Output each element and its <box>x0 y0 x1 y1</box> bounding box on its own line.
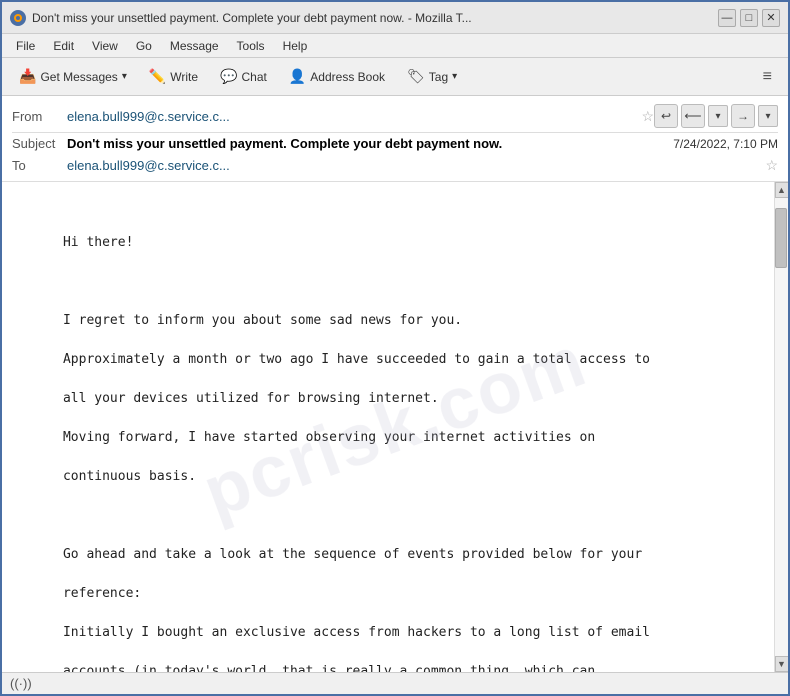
email-line-8: Initially I bought an exclusive access f… <box>63 625 650 640</box>
browser-window: Don't miss your unsettled payment. Compl… <box>0 0 790 696</box>
subject-row: Subject Don't miss your unsettled paymen… <box>12 133 778 154</box>
header-nav-controls: ↩ ⟵ ▾ → ▾ <box>654 104 778 128</box>
email-line-5: continuous basis. <box>63 469 196 484</box>
address-book-icon: 👤 <box>289 68 306 85</box>
chat-label: Chat <box>242 70 267 84</box>
email-header: From elena.bull999@c.service.c... ☆ ↩ ⟵ … <box>2 96 788 182</box>
chat-button[interactable]: 💬 Chat <box>211 63 276 90</box>
email-line-6: Go ahead and take a look at the sequence… <box>63 547 642 562</box>
scrollbar: ▲ ▼ <box>774 182 788 672</box>
from-row: From elena.bull999@c.service.c... ☆ <box>12 105 654 128</box>
toolbar: 📥 Get Messages ▾ ✏️ Write 💬 Chat 👤 Addre… <box>2 58 788 96</box>
write-icon: ✏️ <box>149 68 166 85</box>
menu-bar: File Edit View Go Message Tools Help <box>2 34 788 58</box>
menu-go[interactable]: Go <box>128 37 160 55</box>
window-title: Don't miss your unsettled payment. Compl… <box>32 11 712 25</box>
from-value: elena.bull999@c.service.c... <box>67 109 637 124</box>
tag-button[interactable]: 🏷 Tag ▾ <box>398 63 466 90</box>
subject-label: Subject <box>12 136 67 151</box>
email-line-2: Approximately a month or two ago I have … <box>63 352 650 367</box>
email-line-9: accounts (in today's world, that is real… <box>63 664 595 672</box>
nav-chevron-down[interactable]: ▾ <box>708 105 728 127</box>
title-bar: Don't miss your unsettled payment. Compl… <box>2 2 788 34</box>
write-button[interactable]: ✏️ Write <box>140 63 207 90</box>
email-line-3: all your devices utilized for browsing i… <box>63 391 439 406</box>
reply-button[interactable]: ↩ <box>654 104 678 128</box>
email-greeting: Hi there! <box>63 235 133 250</box>
maximize-button[interactable]: □ <box>740 9 758 27</box>
chat-icon: 💬 <box>220 68 237 85</box>
close-button[interactable]: ✕ <box>762 9 780 27</box>
menu-file[interactable]: File <box>8 37 43 55</box>
menu-tools[interactable]: Tools <box>229 37 273 55</box>
from-star-icon[interactable]: ☆ <box>641 108 654 125</box>
email-date: 7/24/2022, 7:10 PM <box>673 137 778 151</box>
scroll-up-arrow[interactable]: ▲ <box>775 182 789 198</box>
get-messages-dropdown-icon[interactable]: ▾ <box>122 71 127 82</box>
status-bar: ((·)) <box>2 672 788 694</box>
write-label: Write <box>170 70 198 84</box>
forward-chevron-down[interactable]: ▾ <box>758 105 778 127</box>
menu-help[interactable]: Help <box>275 37 316 55</box>
minimize-button[interactable]: — <box>718 9 736 27</box>
menu-message[interactable]: Message <box>162 37 227 55</box>
get-messages-icon: 📥 <box>19 68 36 85</box>
tag-dropdown-icon[interactable]: ▾ <box>452 71 457 82</box>
to-value: elena.bull999@c.service.c... <box>67 158 761 173</box>
subject-value: Don't miss your unsettled payment. Compl… <box>67 136 665 151</box>
scroll-track[interactable] <box>775 198 788 656</box>
tag-icon: 🏷 <box>407 68 425 85</box>
from-label: From <box>12 109 67 124</box>
address-book-button[interactable]: 👤 Address Book <box>280 63 394 90</box>
to-star-icon[interactable]: ☆ <box>765 157 778 174</box>
toolbar-menu-icon[interactable]: ≡ <box>755 64 780 90</box>
scroll-thumb[interactable] <box>775 208 787 268</box>
email-body-container: pcrisk.com Hi there! I regret to inform … <box>2 182 788 672</box>
app-icon <box>10 10 26 26</box>
email-line-4: Moving forward, I have started observing… <box>63 430 595 445</box>
menu-edit[interactable]: Edit <box>45 37 82 55</box>
tag-label: Tag <box>429 70 448 84</box>
to-label: To <box>12 158 67 173</box>
to-row: To elena.bull999@c.service.c... ☆ <box>12 154 778 177</box>
email-line-1: I regret to inform you about some sad ne… <box>63 313 462 328</box>
status-icon: ((·)) <box>10 676 32 691</box>
get-messages-label: Get Messages <box>40 70 117 84</box>
reply-all-button[interactable]: ⟵ <box>681 104 705 128</box>
menu-view[interactable]: View <box>84 37 126 55</box>
address-book-label: Address Book <box>310 70 385 84</box>
get-messages-button[interactable]: 📥 Get Messages ▾ <box>10 63 136 90</box>
email-line-7: reference: <box>63 586 141 601</box>
window-controls: — □ ✕ <box>718 9 780 27</box>
watermark: pcrisk.com <box>189 308 602 546</box>
scroll-down-arrow[interactable]: ▼ <box>775 656 789 672</box>
email-body: pcrisk.com Hi there! I regret to inform … <box>2 182 774 672</box>
forward-button[interactable]: → <box>731 104 755 128</box>
